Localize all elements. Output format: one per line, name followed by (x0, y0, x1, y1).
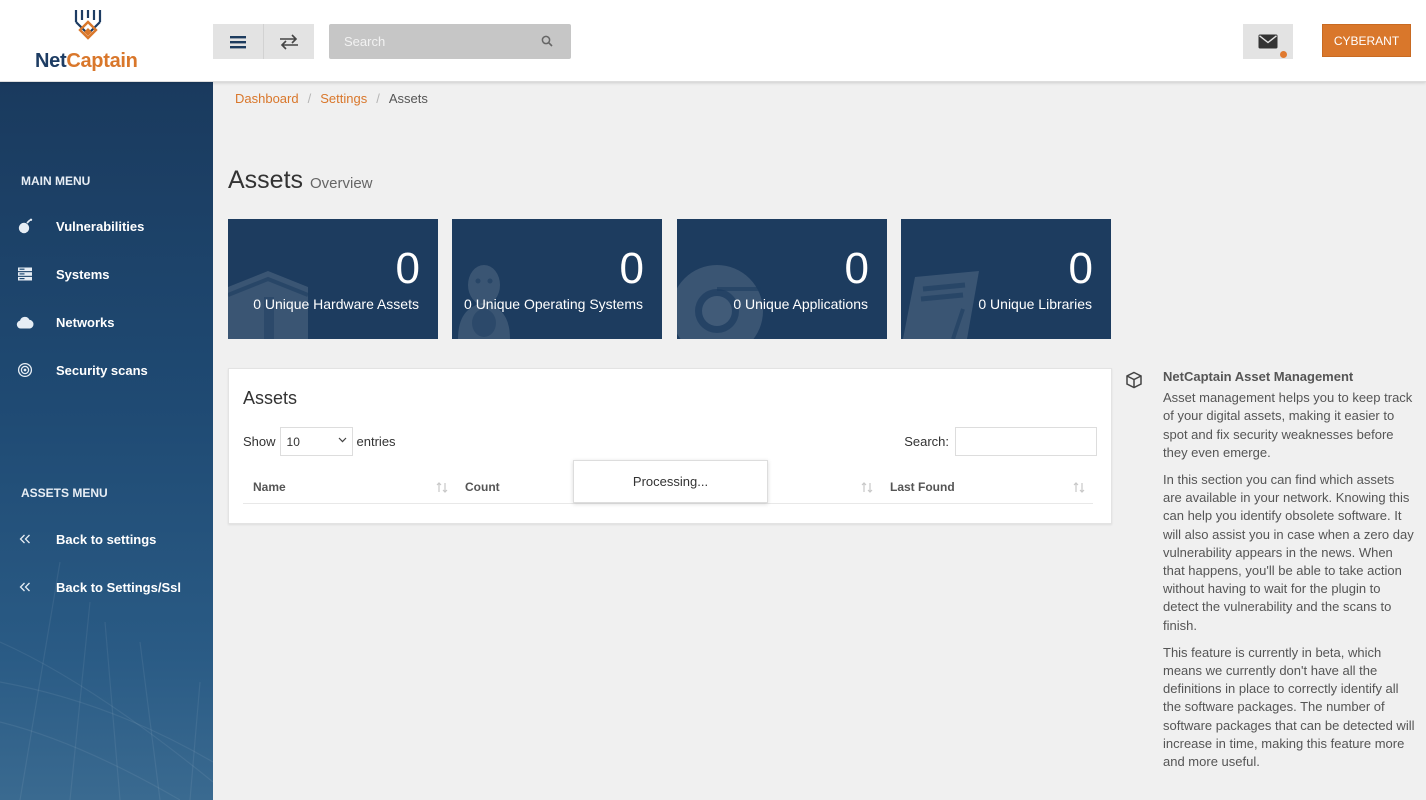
stat-label: 0 Unique Libraries (978, 296, 1092, 312)
show-label: Show (243, 434, 276, 449)
top-header: NetCaptain CYBERANT (0, 0, 1426, 82)
sidebar-item-security-scans[interactable]: Security scans (0, 352, 213, 388)
stat-card-applications[interactable]: 0 0 Unique Applications (677, 219, 887, 339)
stat-card-operating-systems[interactable]: 0 0 Unique Operating Systems (452, 219, 662, 339)
assets-panel: Assets Show 10 entries Search: Name Coun… (228, 368, 1112, 524)
logo-wordmark: NetCaptain (35, 50, 138, 72)
sidebar-item-label: Networks (56, 314, 115, 330)
sidebar-item-systems[interactable]: Systems (0, 256, 213, 292)
page-size-select[interactable]: 10 (279, 427, 353, 456)
assets-panel-title: Assets (243, 388, 298, 408)
sidebar-item-label: Security scans (56, 362, 148, 378)
processing-indicator: Processing... (573, 460, 768, 503)
header-search (329, 24, 571, 59)
breadcrumb-separator: / (307, 91, 312, 106)
double-chevron-left-icon (19, 582, 30, 592)
info-paragraph: This feature is currently in beta, which… (1163, 644, 1415, 770)
swap-icon (279, 33, 298, 50)
target-icon (17, 362, 33, 378)
column-header-last-found[interactable]: Last Found (890, 480, 955, 494)
mail-icon (1258, 34, 1278, 49)
page-title: Assets Overview (228, 166, 373, 194)
sort-icon[interactable] (861, 482, 873, 493)
stat-card-libraries[interactable]: 0 0 Unique Libraries (901, 219, 1111, 339)
sidebar-item-back-to-settings-ssl[interactable]: Back to Settings/Ssl (0, 569, 213, 605)
stat-value: 0 (1068, 244, 1093, 293)
sidebar: MAIN MENU Vulnerabilities Systems Networ… (0, 82, 213, 800)
sidebar-item-networks[interactable]: Networks (0, 304, 213, 340)
logo-mark-icon (74, 10, 102, 40)
sidebar-item-label: Back to Settings/Ssl (56, 579, 181, 595)
double-chevron-left-icon (19, 534, 30, 544)
user-menu-button[interactable]: CYBERANT (1322, 24, 1411, 57)
sidebar-item-back-to-settings[interactable]: Back to settings (0, 521, 213, 557)
info-paragraph: Asset management helps you to keep track… (1163, 390, 1413, 460)
stat-value: 0 (395, 244, 420, 293)
stat-label: 0 Unique Operating Systems (464, 296, 643, 312)
breadcrumb-dashboard-link[interactable]: Dashboard (235, 91, 299, 106)
search-icon[interactable] (541, 35, 553, 47)
menu-icon (230, 35, 246, 48)
stat-value: 0 (844, 244, 869, 293)
stat-value: 0 (619, 244, 644, 293)
sidebar-background-pattern (0, 561, 213, 800)
cloud-icon (16, 316, 34, 328)
info-title: NetCaptain Asset Management (1163, 369, 1354, 384)
breadcrumb: Dashboard / Settings / Assets (235, 91, 428, 106)
breadcrumb-separator: / (376, 91, 380, 106)
page-subtitle: Overview (309, 175, 373, 192)
table-search-input[interactable] (955, 427, 1097, 456)
sort-icon[interactable] (436, 482, 448, 493)
sidebar-item-label: Vulnerabilities (56, 218, 145, 234)
breadcrumb-current: Assets (388, 91, 428, 106)
entries-label: entries (356, 434, 396, 449)
breadcrumb-settings-link[interactable]: Settings (320, 91, 367, 106)
stat-label: 0 Unique Hardware Assets (253, 296, 419, 312)
assets-menu-heading: ASSETS MENU (21, 486, 108, 500)
menu-toggle-button[interactable] (213, 24, 263, 59)
sort-icon[interactable] (1073, 482, 1085, 493)
page-size-control: Show 10 entries (243, 427, 396, 456)
notification-dot (1280, 51, 1287, 58)
swap-button[interactable] (263, 24, 313, 59)
column-header-name[interactable]: Name (253, 480, 286, 494)
asset-management-info: NetCaptain Asset Management Asset manage… (1163, 368, 1415, 780)
sidebar-item-vulnerabilities[interactable]: Vulnerabilities (0, 208, 213, 244)
server-icon (18, 267, 32, 281)
sidebar-item-label: Back to settings (56, 531, 157, 547)
info-paragraph: In this section you can find which asset… (1163, 472, 1414, 633)
stat-card-hardware-assets[interactable]: 0 0 Unique Hardware Assets (228, 219, 438, 339)
netcaptain-logo[interactable]: NetCaptain (35, 8, 145, 74)
messages-button[interactable] (1243, 24, 1293, 59)
stat-label: 0 Unique Applications (733, 296, 868, 312)
table-search-label: Search: (904, 434, 949, 449)
bomb-icon (18, 218, 33, 234)
table-search: Search: (904, 427, 1097, 456)
header-search-input[interactable] (329, 24, 571, 59)
column-header-count[interactable]: Count (465, 480, 500, 494)
main-menu-heading: MAIN MENU (21, 174, 91, 188)
cube-icon (1126, 371, 1142, 389)
header-button-group (213, 24, 314, 59)
sidebar-item-label: Systems (56, 266, 110, 282)
